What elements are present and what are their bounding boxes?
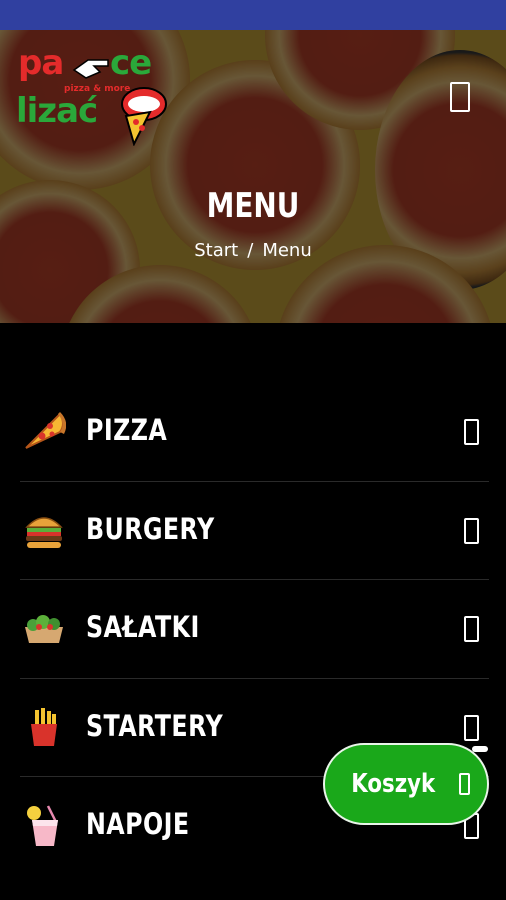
category-label: SAŁATKI (86, 610, 200, 644)
category-item-pizza[interactable]: PIZZA (20, 383, 489, 482)
category-label: PIZZA (86, 413, 168, 447)
fries-icon (22, 706, 66, 750)
hamburger-icon[interactable] (450, 82, 470, 112)
breadcrumb-separator: / (247, 240, 254, 261)
hand-icon (72, 59, 109, 79)
logo-word-1: pa (18, 43, 64, 83)
chevron-right-icon (464, 714, 479, 741)
category-item-burgery[interactable]: BURGERY (20, 482, 489, 580)
logo-word-3: lizać (16, 91, 98, 131)
category-label: STARTERY (86, 708, 224, 743)
category-label: NAPOJE (86, 807, 190, 841)
chevron-right-icon (464, 517, 479, 544)
page-title: MENU (206, 186, 300, 226)
pizza-slice-icon (22, 410, 66, 454)
status-bar (0, 0, 506, 30)
drink-icon (22, 804, 66, 848)
lips-pizza-icon (121, 87, 167, 146)
logo[interactable]: pa ce pizza & more lizać (16, 46, 168, 150)
scroll-indicator (472, 746, 488, 752)
chevron-right-icon (464, 419, 479, 445)
salad-icon (22, 607, 66, 651)
breadcrumb-current: Menu (262, 240, 312, 261)
cart-icon (458, 773, 470, 795)
logo-word-2: ce (110, 43, 152, 83)
category-label: BURGERY (86, 511, 215, 546)
breadcrumb: Start / Menu (0, 240, 506, 261)
chevron-right-icon (464, 616, 479, 642)
cart-button[interactable]: Koszyk (323, 743, 489, 825)
burger-icon (22, 509, 66, 553)
cart-label: Koszyk (351, 769, 436, 799)
category-item-salatki[interactable]: SAŁATKI (20, 580, 489, 679)
breadcrumb-start-link[interactable]: Start (194, 240, 238, 261)
